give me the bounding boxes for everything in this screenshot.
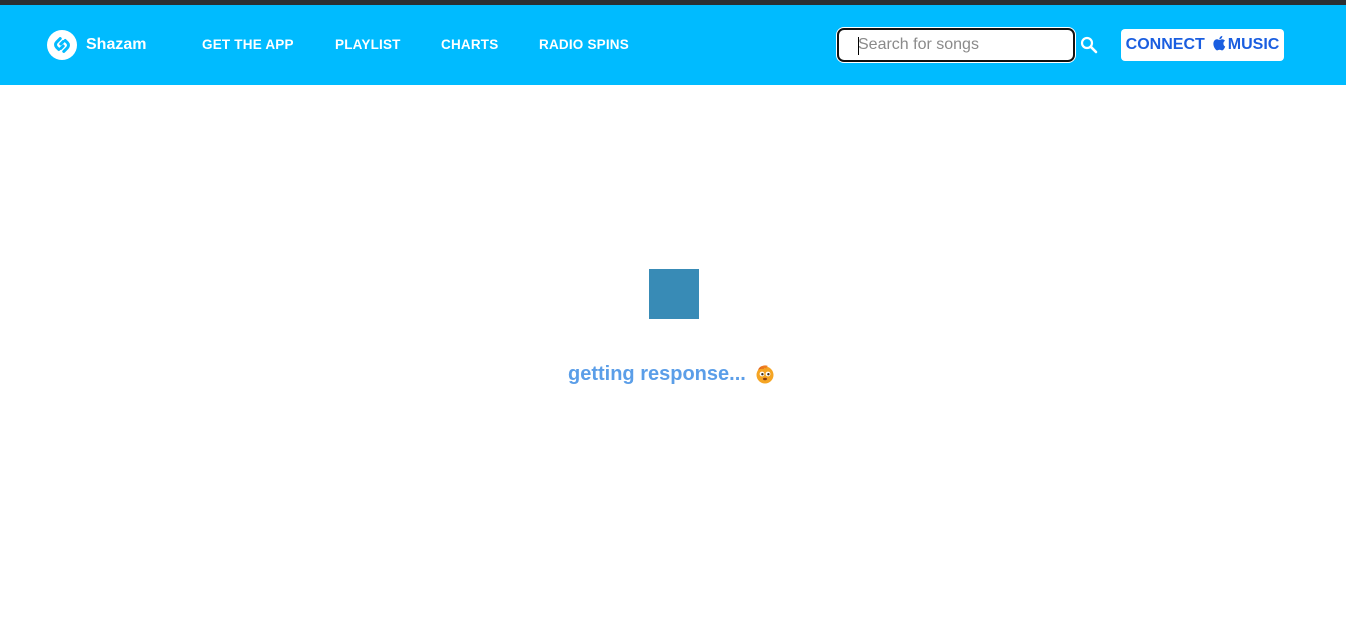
thinking-emoji-icon [756,365,774,384]
connect-apple-music-button[interactable]: CONNECT MUSIC [1121,29,1284,61]
text-caret [858,37,859,55]
music-label: MUSIC [1227,36,1280,53]
brand-link[interactable]: Shazam [47,29,146,61]
apple-icon [1213,35,1225,51]
connect-label: CONNECT [1125,36,1205,53]
nav-charts[interactable]: CHARTS [441,37,498,52]
brand-name: Shazam [86,36,147,53]
nav-radio-spins[interactable]: RADIO SPINS [539,37,629,52]
search-input[interactable] [839,30,1073,60]
status-line: getting response... [568,361,776,387]
navbar: Shazam GET THE APP PLAYLIST CHARTS RADIO… [0,5,1346,85]
shazam-logo-icon [47,30,77,60]
nav-playlist[interactable]: PLAYLIST [335,37,401,52]
status-text: getting response... [568,362,746,385]
loading-spinner [649,269,699,319]
search-box [837,28,1075,62]
nav-get-the-app[interactable]: GET THE APP [202,37,294,52]
search-icon[interactable] [1079,35,1099,55]
